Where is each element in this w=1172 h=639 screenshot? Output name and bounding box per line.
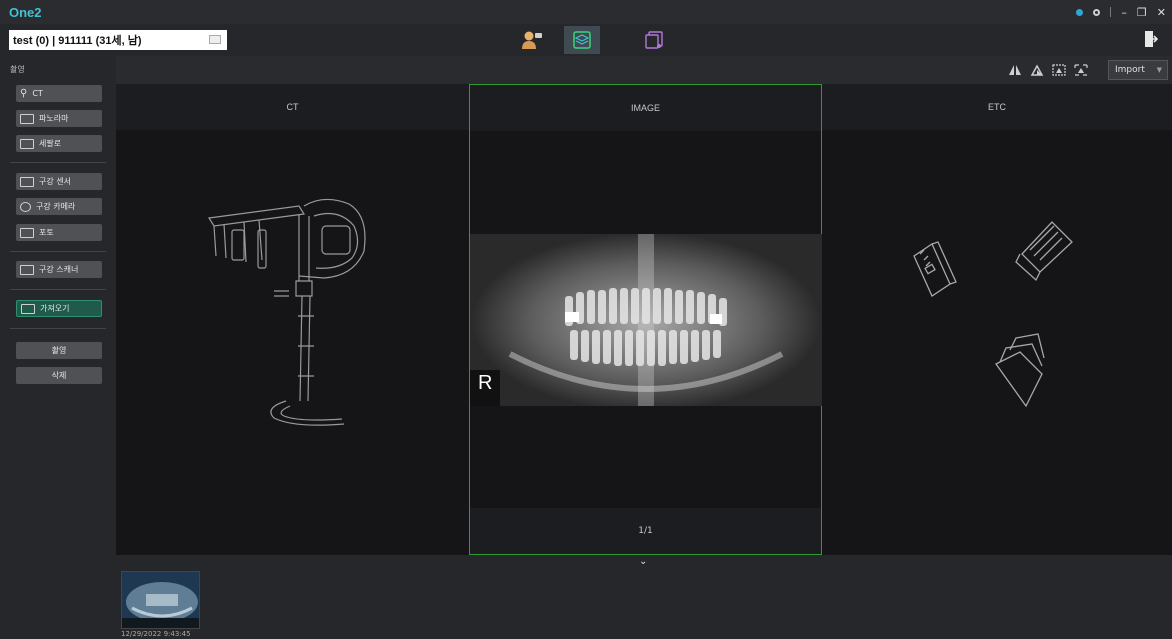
- thumbnail-xray: [122, 572, 199, 628]
- ct-panel-header: CT: [116, 84, 469, 130]
- app-window: One2 – ❐ ✕ test (0) | 911111 (31세, 남) 촬영…: [0, 0, 1172, 639]
- capture-button-label: 촬영: [51, 346, 67, 355]
- thumbnail-date: 12/29/2022 9:43:45: [121, 630, 191, 638]
- sidebar-item-label: CT: [32, 89, 43, 98]
- sidebar-item-label: 세팔로: [39, 139, 62, 148]
- sidebar-item-label: 구강 카메라: [36, 202, 76, 211]
- sidebar-item-label: 구강 센서: [39, 177, 71, 186]
- flip-horizontal-icon[interactable]: [1008, 64, 1022, 76]
- viewer-icon: [645, 31, 663, 49]
- orientation-marker: R: [478, 372, 493, 394]
- capture-button[interactable]: 촬영: [16, 342, 102, 359]
- image-panel-header: IMAGE: [470, 85, 821, 131]
- ct-panel[interactable]: CT: [116, 84, 469, 555]
- app-title: One2: [9, 4, 42, 20]
- patient-card-icon[interactable]: [209, 35, 221, 44]
- restore-icon[interactable]: ❐: [1137, 6, 1147, 19]
- acquisition-sidebar: 촬영 ⚲ CT 파노라마 세팔로 구강 센서 구강 카메라 포토 구강 스캐너 …: [0, 56, 116, 639]
- exit-icon[interactable]: [1144, 30, 1158, 48]
- sidebar-section-label: 촬영: [10, 65, 25, 74]
- sidebar-item-panorama[interactable]: 파노라마: [16, 110, 102, 127]
- sidebar-item-photo[interactable]: 포토: [16, 224, 102, 241]
- etc-panel[interactable]: ETC: [822, 84, 1172, 555]
- import-dropdown[interactable]: Import ▼: [1108, 60, 1168, 80]
- image-page-footer: 1/1: [470, 508, 821, 554]
- settings-icon[interactable]: [1093, 8, 1101, 16]
- window-controls: – ❐ ✕: [1076, 0, 1166, 24]
- sidebar-item-intraoral-sensor[interactable]: 구강 센서: [16, 173, 102, 190]
- panorama-icon: [20, 113, 34, 124]
- actual-size-icon[interactable]: [1074, 64, 1088, 76]
- sidebar-item-cephalo[interactable]: 세팔로: [16, 135, 102, 152]
- divider: [10, 162, 106, 163]
- status-dot-icon: [1076, 8, 1084, 16]
- delete-button[interactable]: 삭제: [16, 367, 102, 384]
- layers-icon: [573, 31, 591, 49]
- title-bar: One2 – ❐ ✕: [0, 0, 1172, 24]
- import-dropdown-label: Import: [1115, 65, 1145, 75]
- delete-button-label: 삭제: [51, 371, 67, 380]
- view-toolbar: Import ▼: [116, 56, 1172, 84]
- image-panel[interactable]: IMAGE R 1/1: [469, 84, 822, 555]
- image-panel-title: IMAGE: [630, 103, 660, 113]
- sidebar-item-intraoral-camera[interactable]: 구강 카메라: [16, 198, 102, 215]
- fit-screen-icon[interactable]: [1052, 64, 1066, 76]
- divider: [1110, 7, 1112, 17]
- photo-icon: [20, 227, 34, 238]
- ct-scanner-icon: ⚲: [20, 88, 28, 99]
- documents-icon: [913, 221, 1073, 408]
- intraoral-scanner-icon: [20, 264, 34, 275]
- chevron-down-icon: ▼: [1156, 66, 1162, 74]
- sidebar-item-label: 가져오기: [40, 304, 70, 313]
- patient-info-field[interactable]: test (0) | 911111 (31세, 남): [9, 30, 227, 50]
- sidebar-item-label: 파노라마: [39, 114, 69, 123]
- import-icon: [21, 303, 35, 314]
- etc-panel-header: ETC: [822, 84, 1172, 130]
- divider: [10, 251, 106, 252]
- ct-device-icon: [207, 198, 366, 426]
- sidebar-item-label: 구강 스캐너: [39, 265, 79, 274]
- collapse-chevron-icon[interactable]: ⌄: [639, 556, 647, 567]
- thumbnail-strip: ⌄ 12/29/2022 9:43:45: [116, 555, 1172, 639]
- minimize-icon[interactable]: –: [1121, 6, 1127, 19]
- sidebar-item-import[interactable]: 가져오기: [16, 300, 102, 317]
- panoramic-xray-image[interactable]: R: [470, 234, 822, 406]
- ct-panel-title: CT: [286, 102, 299, 112]
- top-toolbar: test (0) | 911111 (31세, 남): [0, 24, 1172, 56]
- etc-panel-title: ETC: [988, 102, 1006, 112]
- intraoral-camera-icon: [20, 201, 31, 212]
- divider: [10, 289, 106, 290]
- close-icon[interactable]: ✕: [1157, 6, 1166, 19]
- image-thumbnail[interactable]: [121, 571, 200, 629]
- patient-chat-icon: [522, 31, 542, 49]
- page-indicator: 1/1: [638, 526, 653, 536]
- viewer-mode-button[interactable]: [637, 26, 673, 54]
- imaging-mode-button[interactable]: [564, 26, 600, 54]
- xray-drawing: [470, 234, 822, 406]
- sidebar-item-intraoral-scanner[interactable]: 구강 스캐너: [16, 261, 102, 278]
- sidebar-item-ct[interactable]: ⚲ CT: [16, 85, 102, 102]
- intraoral-sensor-icon: [20, 176, 34, 187]
- divider: [10, 328, 106, 329]
- patient-mode-button[interactable]: [514, 26, 550, 54]
- cephalo-icon: [20, 138, 34, 149]
- sidebar-item-label: 포토: [39, 228, 54, 237]
- flip-vertical-icon[interactable]: [1030, 64, 1044, 76]
- patient-info-text: test (0) | 911111 (31세, 남): [13, 35, 142, 47]
